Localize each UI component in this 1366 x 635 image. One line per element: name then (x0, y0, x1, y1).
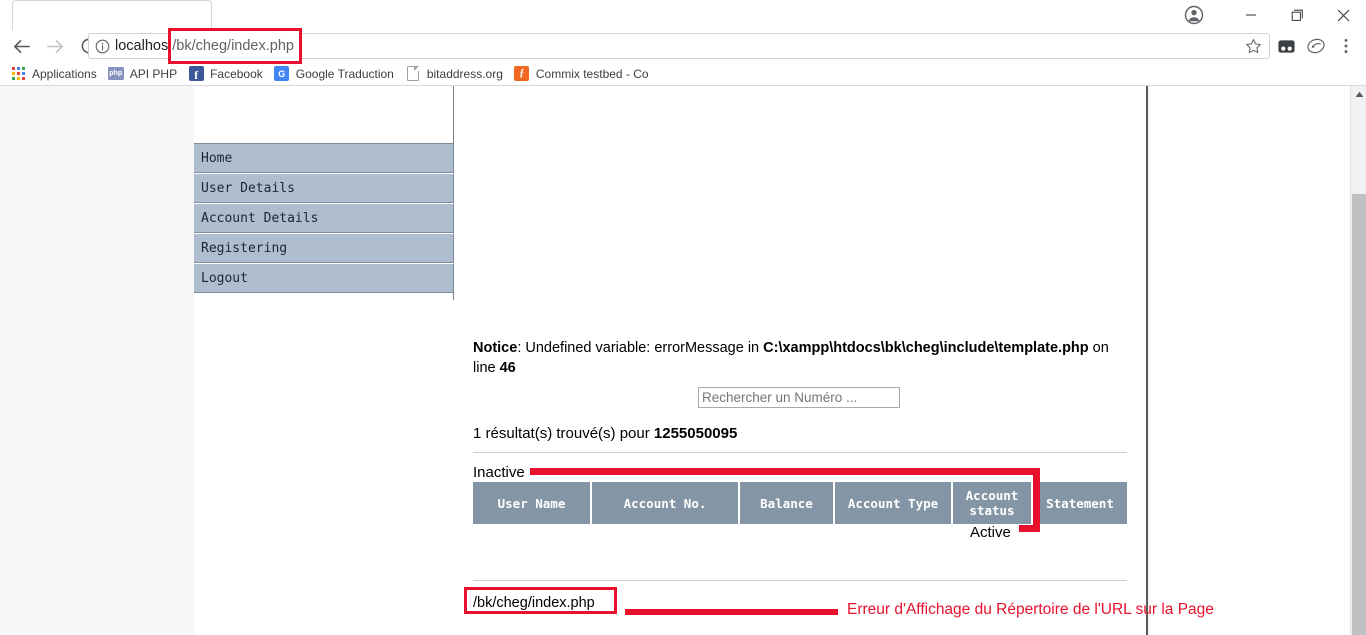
notice-file: C:\xampp\htdocs\bk\cheg\include\template… (763, 340, 1089, 356)
col-account-no: Account No. (591, 482, 740, 524)
site-container: Home User Details Account Details Regist… (194, 86, 1146, 635)
nav-item-label: Registering (201, 240, 288, 256)
bookmark-bitaddress[interactable]: bitaddress.org (401, 63, 510, 85)
bookmark-label: Facebook (210, 66, 263, 81)
nav-item-label: User Details (201, 180, 295, 196)
viewport-left-gutter (0, 86, 194, 635)
bookmark-api-php[interactable]: php API PHP (104, 63, 184, 85)
url-text[interactable]: localhost/bk/cheg/index.php (115, 28, 302, 64)
viewport-right-gutter (1150, 86, 1350, 635)
browser-tab[interactable] (12, 0, 212, 30)
footer-url: /bk/cheg/index.php (464, 587, 617, 614)
php-icon: php (107, 66, 124, 82)
extension-dark-square-icon[interactable] (1272, 33, 1300, 59)
table-row-account-status: Active (970, 524, 1011, 541)
search-row (698, 387, 900, 408)
url-host: localhost (115, 38, 173, 54)
notice-message: Undefined variable: errorMessage in (525, 340, 764, 356)
page-viewport: Home User Details Account Details Regist… (0, 86, 1366, 635)
php-icon-text: php (107, 67, 124, 80)
nav-item-label: Home (201, 150, 233, 166)
browser-window: localhost/bk/cheg/index.php Applications… (0, 0, 1366, 635)
google-translate-icon: G (274, 66, 290, 82)
col-account-status: Account status (952, 482, 1033, 524)
back-icon[interactable] (6, 31, 36, 61)
status-message: Inactive (473, 464, 525, 481)
col-balance: Balance (739, 482, 835, 524)
site-info-icon[interactable] (89, 39, 115, 54)
col-user-name: User Name (473, 482, 592, 524)
bookmark-label: bitaddress.org (426, 66, 503, 81)
table-header-row: User Name Account No. Balance Account Ty… (473, 482, 1127, 524)
facebook-icon-text: f (188, 66, 204, 81)
annotation-arrow-footer (625, 609, 838, 615)
url-path-highlight: /bk/cheg/index.php (168, 28, 302, 64)
nav-item-user-details[interactable]: User Details (194, 173, 454, 203)
bookmark-commix-testbed[interactable]: ƒ Commix testbed - Co (510, 63, 656, 85)
nav-item-account-details[interactable]: Account Details (194, 203, 454, 233)
php-notice: Notice: Undefined variable: errorMessage… (473, 338, 1133, 378)
vertical-scrollbar[interactable] (1350, 86, 1366, 635)
footer-url-redbox-annotation (464, 587, 617, 614)
document-icon (405, 66, 421, 82)
divider-bottom (473, 580, 1127, 581)
bookmark-facebook[interactable]: f Facebook (184, 63, 270, 85)
divider-top (473, 452, 1127, 453)
bookmark-label: Commix testbed - Co (535, 66, 649, 81)
commix-icon: ƒ (514, 66, 530, 82)
notice-line-number: 46 (499, 360, 516, 376)
google-translate-icon-text: G (274, 66, 290, 81)
scrollbar-thumb[interactable] (1352, 194, 1366, 635)
bookmark-label: API PHP (129, 66, 178, 81)
facebook-icon: f (188, 66, 204, 82)
site-nav-bottom-cap (194, 293, 454, 300)
search-input[interactable] (698, 387, 900, 408)
site-nav-menu: Home User Details Account Details Regist… (194, 143, 454, 293)
apps-grid-icon (10, 66, 26, 82)
commix-icon-text: ƒ (514, 66, 530, 81)
maximize-icon[interactable] (1274, 0, 1320, 30)
notice-label: Notice (473, 340, 518, 356)
page-body: Home User Details Account Details Regist… (194, 86, 1148, 635)
bookmark-applications[interactable]: Applications (6, 63, 104, 85)
bookmarks-bar: Applications php API PHP f Facebook G Go… (0, 62, 1366, 86)
minimize-icon[interactable] (1228, 0, 1274, 30)
col-statement: Statement (1032, 482, 1127, 524)
accounts-table-head: User Name Account No. Balance Account Ty… (473, 482, 1127, 524)
site-header-panel (194, 86, 454, 143)
bookmark-star-icon[interactable] (1245, 38, 1263, 56)
col-account-type: Account Type (834, 482, 953, 524)
nav-item-home[interactable]: Home (194, 143, 454, 173)
result-prefix: 1 résultat(s) trouvé(s) pour (473, 425, 654, 442)
accounts-table: User Name Account No. Balance Account Ty… (473, 482, 1127, 524)
bookmark-label: Google Traduction (295, 66, 394, 81)
result-count-line: 1 résultat(s) trouvé(s) pour 1255050095 (473, 425, 737, 442)
bookmark-label: Applications (32, 66, 97, 81)
nav-item-registering[interactable]: Registering (194, 233, 454, 263)
forward-icon[interactable] (40, 31, 70, 61)
extension-icons (1272, 33, 1360, 59)
annotation-arrow-inactive (530, 468, 1040, 475)
nav-item-label: Account Details (201, 210, 319, 226)
chrome-menu-icon[interactable] (1332, 33, 1360, 59)
extension-swirl-icon[interactable] (1302, 33, 1330, 59)
annotation-arrow-vertical (1033, 468, 1040, 532)
nav-item-label: Logout (201, 270, 248, 286)
window-controls (1174, 0, 1366, 30)
nav-item-logout[interactable]: Logout (194, 263, 454, 293)
bookmark-google-traduction[interactable]: G Google Traduction (270, 63, 401, 85)
profile-avatar-icon[interactable] (1174, 0, 1214, 30)
address-bar[interactable]: localhost/bk/cheg/index.php (88, 28, 1270, 64)
result-query: 1255050095 (653, 425, 738, 442)
scroll-up-arrow-icon[interactable] (1351, 86, 1366, 103)
annotation-arrow-active (1019, 525, 1040, 532)
tab-strip (0, 0, 1366, 30)
url-path: /bk/cheg/index.php (172, 38, 294, 54)
close-icon[interactable] (1320, 0, 1366, 30)
annotation-label: Erreur d'Affichage du Répertoire de l'UR… (847, 601, 1214, 618)
